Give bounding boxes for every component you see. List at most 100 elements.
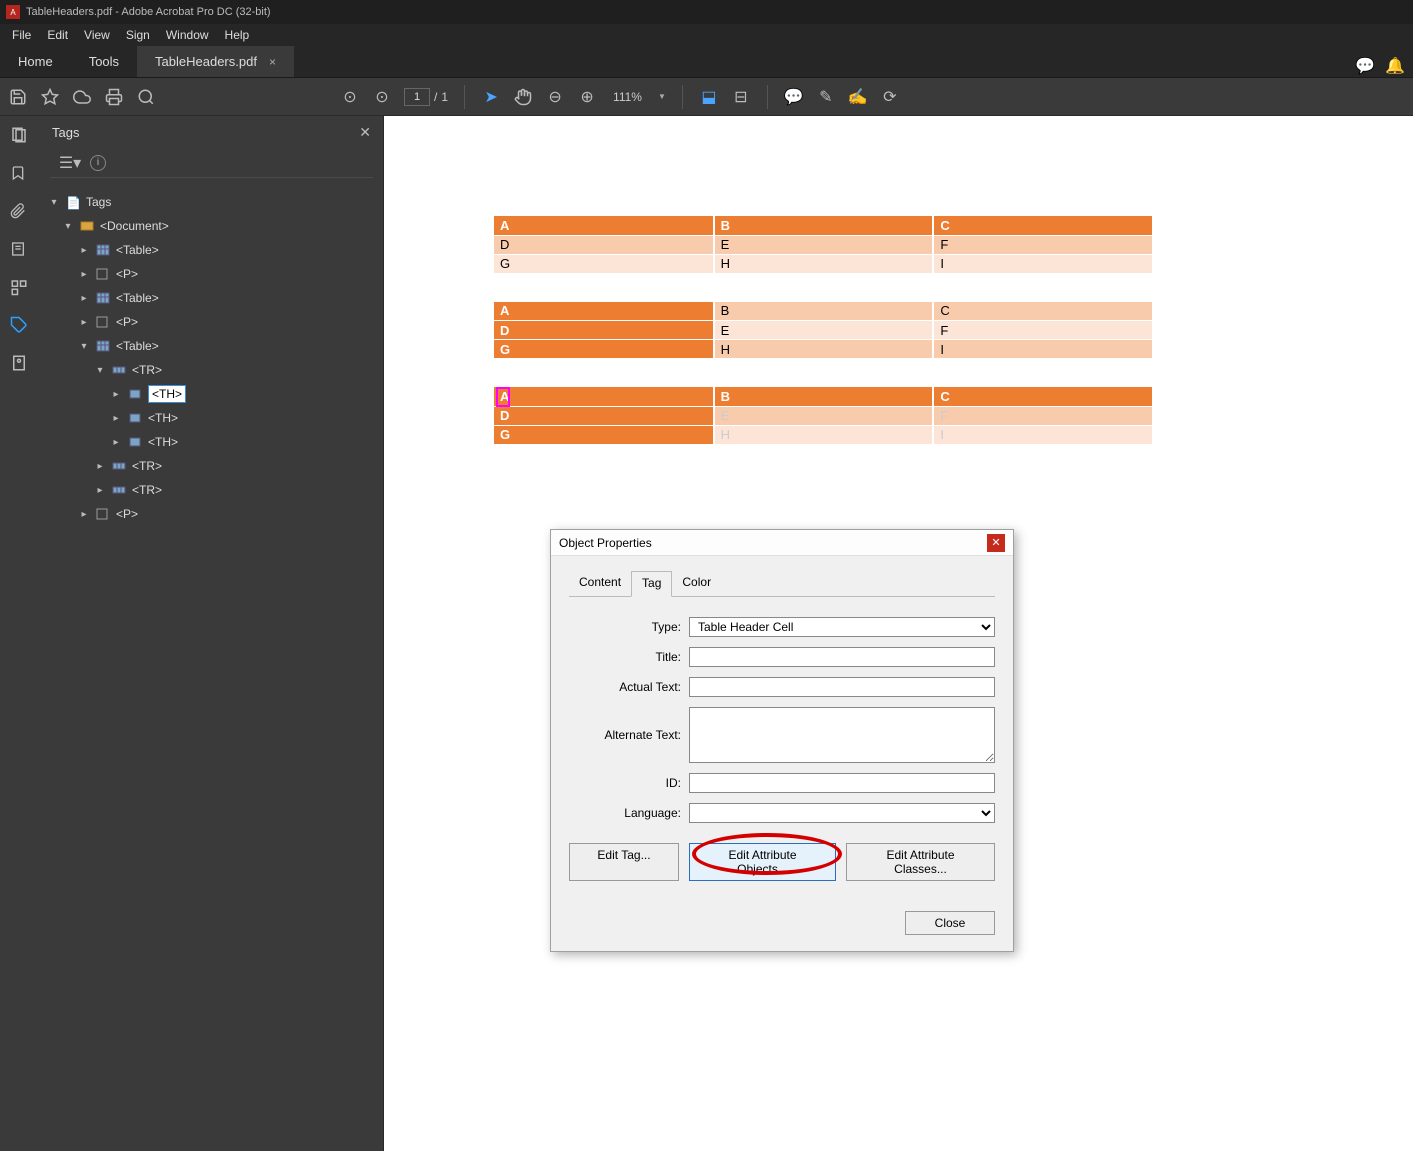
tab-content-label: Content (579, 575, 621, 589)
tree-item-label: <Table> (116, 243, 159, 257)
tab-tools[interactable]: Tools (71, 46, 137, 77)
zoom-in-icon[interactable]: ⊕ (577, 87, 597, 107)
pointer-icon[interactable]: ➤ (481, 87, 501, 107)
language-select[interactable] (689, 803, 995, 823)
tree-item[interactable]: ▸<TR> (44, 478, 375, 502)
tab-document-label: TableHeaders.pdf (155, 54, 257, 69)
tags-icon[interactable] (10, 316, 30, 336)
thumbnails-icon[interactable] (10, 126, 30, 146)
toolbar-separator (464, 85, 465, 109)
panel-close-icon[interactable]: ✕ (359, 124, 371, 141)
page-current-input[interactable] (404, 88, 430, 106)
alternate-text-input[interactable] (689, 707, 995, 763)
tree-item[interactable]: ▾<TR> (44, 358, 375, 382)
twisty-icon[interactable]: ▸ (110, 437, 122, 448)
content-icon[interactable] (10, 240, 30, 260)
panel-info-icon[interactable]: i (90, 155, 106, 171)
menu-view[interactable]: View (78, 28, 116, 42)
tree-item[interactable]: ▸ <Table> (44, 238, 375, 262)
page-down-icon[interactable]: ⊙ (372, 87, 392, 107)
id-input[interactable] (689, 773, 995, 793)
twisty-icon[interactable]: ▸ (94, 485, 106, 496)
tree-item[interactable]: ▸ <TH> (44, 406, 375, 430)
twisty-icon[interactable]: ▸ (110, 413, 122, 424)
print-icon[interactable] (104, 87, 124, 107)
twisty-icon[interactable]: ▸ (94, 461, 106, 472)
type-select[interactable]: Table Header Cell (689, 617, 995, 637)
panel-options-icon[interactable]: ☰▾ (60, 153, 80, 173)
tab-home[interactable]: Home (0, 46, 71, 77)
attachments-icon[interactable] (10, 202, 30, 222)
panel-title: Tags (52, 125, 79, 140)
twisty-icon[interactable]: ▸ (78, 509, 90, 520)
menu-file[interactable]: File (6, 28, 37, 42)
fit-page-icon[interactable]: ⊟ (731, 87, 751, 107)
star-icon[interactable] (40, 87, 60, 107)
menu-sign[interactable]: Sign (120, 28, 156, 42)
zoom-dropdown-icon[interactable]: ▼ (658, 92, 666, 101)
twisty-icon[interactable]: ▾ (94, 365, 106, 376)
edit-attribute-objects-button[interactable]: Edit Attribute Objects... (689, 843, 836, 881)
comment-icon[interactable]: 💬 (784, 87, 804, 107)
tags-panel: Tags ✕ ☰▾ i ▾ 📄 Tags ▾<Document> ▸ <Table>… (40, 116, 384, 1151)
twisty-icon[interactable]: ▸ (78, 293, 90, 304)
search-icon[interactable] (136, 87, 156, 107)
edit-attribute-classes-button[interactable]: Edit Attribute Classes... (846, 843, 995, 881)
pdf-table-1: ABC DEF GHI (494, 216, 1154, 274)
highlight-icon[interactable]: ✎ (816, 87, 836, 107)
actual-text-input[interactable] (689, 677, 995, 697)
cloud-icon[interactable] (72, 87, 92, 107)
tree-item[interactable]: ▸<TH> (44, 430, 375, 454)
object-properties-dialog: Object Properties ✕ Content Tag Color Ty… (550, 529, 1014, 952)
zoom-level[interactable]: 111% (609, 90, 646, 104)
edit-tag-button[interactable]: Edit Tag... (569, 843, 679, 881)
tree-item-label: <TH> (148, 411, 178, 425)
fit-width-icon[interactable]: ⬓ (699, 87, 719, 107)
chat-icon[interactable]: 💬 (1355, 56, 1375, 76)
tree-item[interactable]: ▸<P> (44, 502, 375, 526)
zoom-out-icon[interactable]: ⊖ (545, 87, 565, 107)
tab-document[interactable]: TableHeaders.pdf × (137, 46, 294, 77)
hand-icon[interactable] (513, 87, 533, 107)
tab-content[interactable]: Content (569, 571, 631, 597)
twisty-icon[interactable]: ▾ (62, 221, 74, 232)
twisty-icon[interactable]: ▾ (48, 197, 60, 208)
order-icon[interactable] (10, 278, 30, 298)
toolbar-separator (682, 85, 683, 109)
twisty-icon[interactable]: ▸ (110, 389, 122, 400)
tab-color[interactable]: Color (672, 571, 721, 597)
tree-root[interactable]: ▾ 📄 Tags (44, 190, 375, 214)
tree-item[interactable]: ▾<Document> (44, 214, 375, 238)
tree-item[interactable]: ▸<Table> (44, 286, 375, 310)
stamp-icon[interactable]: ⟳ (880, 87, 900, 107)
pdf-table-2: ABC DEF GHI (494, 302, 1154, 360)
pdf-table-3: ABC DEF GHI (494, 387, 1154, 445)
close-button[interactable]: Close (905, 911, 995, 935)
menu-edit[interactable]: Edit (41, 28, 74, 42)
dialog-close-icon[interactable]: ✕ (987, 534, 1005, 552)
tree-item[interactable]: ▸<TH> (44, 382, 375, 406)
tab-close-icon[interactable]: × (269, 55, 276, 69)
tab-tag-label: Tag (642, 576, 661, 590)
menu-help[interactable]: Help (219, 28, 256, 42)
twisty-icon[interactable]: ▸ (78, 245, 90, 256)
tab-tag[interactable]: Tag (631, 571, 672, 597)
twisty-icon[interactable]: ▾ (78, 341, 90, 352)
bell-icon[interactable]: 🔔 (1385, 56, 1405, 76)
twisty-icon[interactable]: ▸ (78, 269, 90, 280)
title-input[interactable] (689, 647, 995, 667)
save-icon[interactable] (8, 87, 28, 107)
page-total: 1 (441, 90, 448, 104)
tree-item[interactable]: ▸<P> (44, 310, 375, 334)
accessibility-report-icon[interactable] (10, 354, 30, 374)
window-title: TableHeaders.pdf - Adobe Acrobat Pro DC … (26, 6, 271, 18)
sign-icon[interactable]: ✍ (848, 87, 868, 107)
tree-item[interactable]: ▸<TR> (44, 454, 375, 478)
page-up-icon[interactable]: ⊙ (340, 87, 360, 107)
menu-window[interactable]: Window (160, 28, 215, 42)
tree-item[interactable]: ▸<P> (44, 262, 375, 286)
actual-text-label: Actual Text: (569, 680, 689, 694)
twisty-icon[interactable]: ▸ (78, 317, 90, 328)
bookmarks-icon[interactable] (10, 164, 30, 184)
tree-item[interactable]: ▾<Table> (44, 334, 375, 358)
